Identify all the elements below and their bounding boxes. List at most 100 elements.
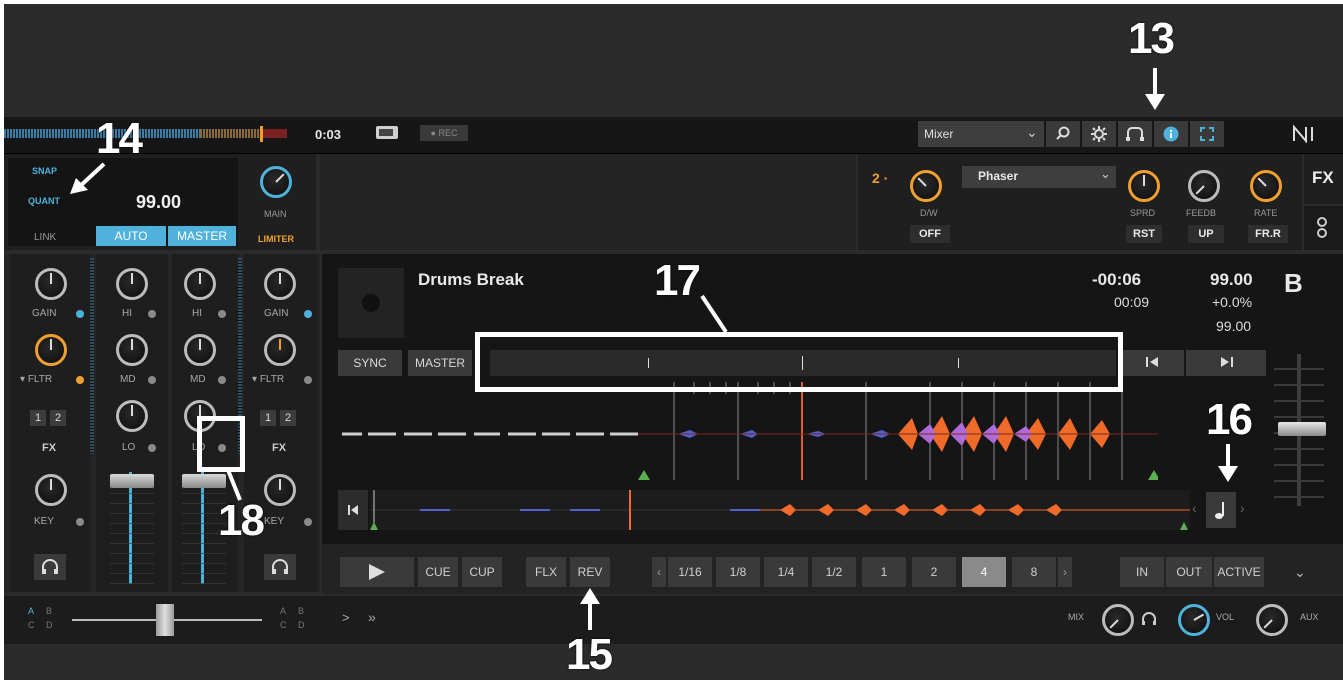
auto-button[interactable]: AUTO bbox=[96, 226, 166, 246]
hi-eq-knob-a[interactable] bbox=[116, 268, 148, 300]
channel-fader-b[interactable] bbox=[182, 474, 226, 488]
key-knob-a[interactable] bbox=[35, 474, 67, 506]
frr-button[interactable]: FR.R bbox=[1248, 225, 1288, 243]
scroll-right-button[interactable]: > bbox=[342, 610, 350, 625]
rst-button[interactable]: RST bbox=[1126, 225, 1162, 243]
crossfader-assign-b-left[interactable]: B bbox=[46, 606, 52, 616]
rate-knob[interactable] bbox=[1250, 170, 1282, 202]
loop-size-1-8[interactable]: 1/8 bbox=[716, 557, 760, 587]
lo-eq-knob-a[interactable] bbox=[116, 400, 148, 432]
fx-assign-1-a[interactable]: 1 bbox=[30, 410, 46, 426]
loop-size-1-4[interactable]: 1/4 bbox=[764, 557, 808, 587]
sync-button[interactable]: SYNC bbox=[338, 350, 402, 376]
scroll-end-button[interactable]: » bbox=[368, 609, 376, 625]
loop-size-4-active[interactable]: 4 bbox=[962, 557, 1006, 587]
headphone-cue-b[interactable] bbox=[264, 554, 296, 580]
tempo-next-arrow[interactable]: › bbox=[1240, 500, 1245, 516]
loop-size-1[interactable]: 1 bbox=[862, 557, 906, 587]
md-kill-a[interactable] bbox=[148, 376, 156, 384]
md-eq-knob-a[interactable] bbox=[116, 334, 148, 366]
snap-button[interactable]: SNAP bbox=[32, 166, 57, 176]
jump-to-start-button[interactable] bbox=[338, 490, 368, 530]
audio-setup-button[interactable] bbox=[1118, 121, 1152, 147]
waveform[interactable] bbox=[338, 380, 1158, 488]
aux-knob[interactable] bbox=[1256, 604, 1288, 636]
lo-kill-a[interactable] bbox=[148, 444, 156, 452]
main-volume-knob[interactable] bbox=[260, 166, 292, 198]
fx-assign-1-b[interactable]: 1 bbox=[260, 410, 276, 426]
limiter-button[interactable]: LIMITER bbox=[258, 234, 294, 244]
filter-knob-a[interactable] bbox=[35, 334, 67, 366]
reverse-button[interactable]: REV bbox=[570, 557, 610, 587]
crossfader-assign-d-right[interactable]: D bbox=[298, 620, 305, 630]
beat-jump-forward-button[interactable] bbox=[1186, 350, 1266, 376]
fx-assign-2-b[interactable]: 2 bbox=[280, 410, 296, 426]
sprd-knob[interactable] bbox=[1128, 170, 1160, 202]
filter-on-b[interactable] bbox=[304, 376, 312, 384]
hi-eq-knob-b[interactable] bbox=[184, 268, 216, 300]
settings-button[interactable] bbox=[1082, 121, 1116, 147]
info-button[interactable] bbox=[1154, 121, 1188, 147]
loop-active-button[interactable]: ACTIVE bbox=[1214, 557, 1264, 587]
crossfader-assign-c-right[interactable]: C bbox=[280, 620, 287, 630]
crossfader[interactable] bbox=[156, 604, 174, 636]
layout-select[interactable]: Mixer ⌄ bbox=[918, 121, 1044, 147]
loop-size-1-16[interactable]: 1/16 bbox=[668, 557, 712, 587]
tempo-prev-arrow[interactable]: ‹ bbox=[1192, 500, 1197, 516]
loop-in-button[interactable]: IN bbox=[1120, 557, 1164, 587]
key-lock-a[interactable] bbox=[76, 518, 84, 526]
loop-recorder-tab[interactable] bbox=[1304, 206, 1343, 250]
fx-off-button[interactable]: OFF bbox=[910, 225, 950, 243]
md-eq-knob-b[interactable] bbox=[184, 334, 216, 366]
hi-kill-b[interactable] bbox=[218, 310, 226, 318]
loop-size-2[interactable]: 2 bbox=[912, 557, 956, 587]
filter-on-a[interactable] bbox=[76, 376, 84, 384]
monitor-volume-knob[interactable] bbox=[1178, 604, 1210, 636]
clock-display: 0:03 bbox=[315, 127, 342, 142]
expand-deck-button[interactable]: ⌄ bbox=[1294, 557, 1306, 587]
tempo-fader[interactable] bbox=[1278, 422, 1326, 436]
feedback-knob[interactable] bbox=[1188, 170, 1220, 202]
crossfader-assign-b-right[interactable]: B bbox=[298, 606, 304, 616]
headphone-cue-a[interactable] bbox=[34, 554, 66, 580]
crossfader-assign-c-left[interactable]: C bbox=[28, 620, 35, 630]
cue-button[interactable]: CUE bbox=[418, 557, 458, 587]
monitor-mix-knob[interactable] bbox=[1102, 604, 1134, 636]
key-knob-b[interactable] bbox=[264, 474, 296, 506]
loop-size-prev[interactable]: ‹ bbox=[652, 557, 666, 587]
loop-size-1-2[interactable]: 1/2 bbox=[812, 557, 856, 587]
filter-knob-b[interactable] bbox=[264, 334, 296, 366]
quant-button[interactable]: QUANT bbox=[28, 196, 60, 206]
md-kill-b[interactable] bbox=[218, 376, 226, 384]
search-button[interactable] bbox=[1046, 121, 1080, 147]
play-button[interactable] bbox=[340, 557, 414, 587]
dry-wet-knob[interactable] bbox=[910, 170, 942, 202]
fx-assign-2-a[interactable]: 2 bbox=[50, 410, 66, 426]
fullscreen-button[interactable] bbox=[1190, 121, 1224, 147]
deck-master-button[interactable]: MASTER bbox=[408, 350, 472, 376]
loop-size-next[interactable]: › bbox=[1058, 557, 1072, 587]
fx-tab[interactable]: FX bbox=[1304, 154, 1343, 204]
hi-kill-a[interactable] bbox=[148, 310, 156, 318]
remaining-time[interactable]: -00:06 bbox=[1092, 270, 1141, 290]
flux-button[interactable]: FLX bbox=[526, 557, 566, 587]
loop-size-8[interactable]: 8 bbox=[1012, 557, 1056, 587]
crossfader-assign-d-left[interactable]: D bbox=[46, 620, 53, 630]
gain-knob-a[interactable] bbox=[35, 268, 67, 300]
master-button[interactable]: MASTER bbox=[168, 226, 236, 246]
crossfader-assign-a-left[interactable]: A bbox=[28, 606, 34, 616]
gain-knob-b[interactable] bbox=[264, 268, 296, 300]
crossfader-assign-a-right[interactable]: A bbox=[280, 606, 286, 616]
key-lock-b[interactable] bbox=[304, 518, 312, 526]
quantize-beat-button[interactable] bbox=[1206, 492, 1236, 528]
track-overview[interactable] bbox=[370, 490, 1190, 530]
beat-jump-back-button[interactable] bbox=[1122, 350, 1184, 376]
channel-fader-a[interactable] bbox=[110, 474, 154, 488]
cup-button[interactable]: CUP bbox=[462, 557, 502, 587]
up-button[interactable]: UP bbox=[1188, 225, 1224, 243]
master-tempo[interactable]: 99.00 bbox=[136, 192, 181, 213]
effect-select[interactable]: Phaser ⌄ bbox=[962, 166, 1116, 188]
record-button[interactable]: ● REC bbox=[420, 125, 468, 141]
loop-out-button[interactable]: OUT bbox=[1166, 557, 1212, 587]
link-button[interactable]: LINK bbox=[34, 232, 56, 243]
